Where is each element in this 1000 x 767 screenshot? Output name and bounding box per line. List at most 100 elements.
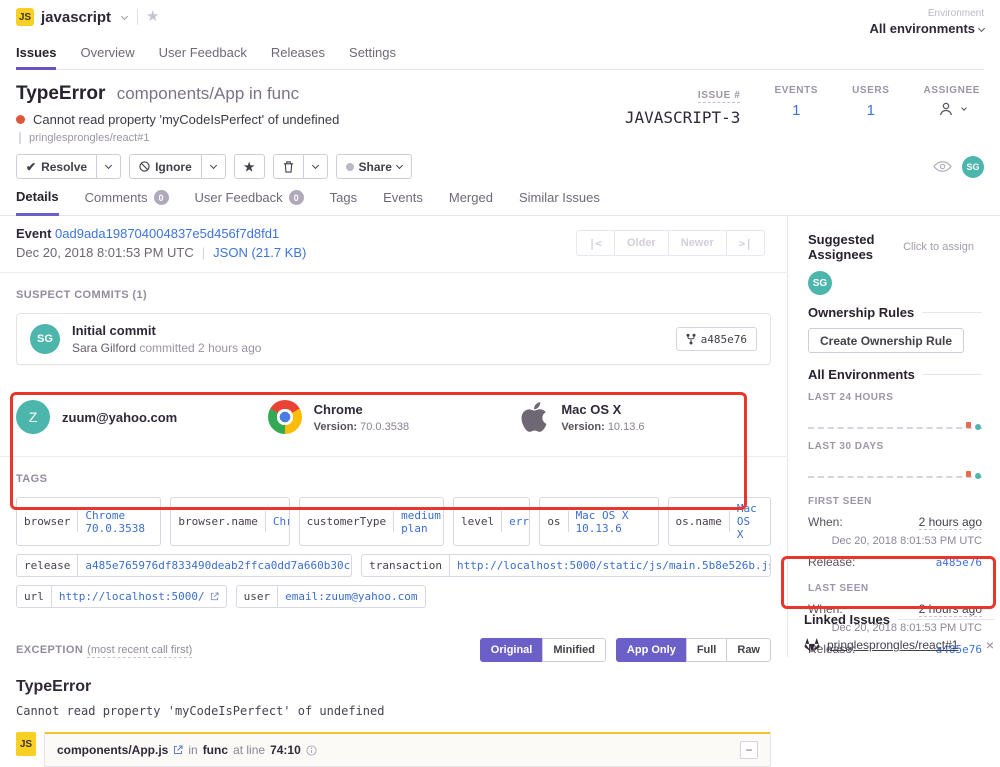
last-30-days-sparkline — [808, 456, 982, 482]
event-json-link[interactable]: JSON (21.7 KB) — [213, 245, 306, 260]
issue-message: Cannot read property 'myCodeIsPerfect' o… — [33, 112, 339, 127]
toggle-raw[interactable]: Raw — [726, 638, 771, 662]
external-link-icon[interactable] — [173, 745, 183, 755]
mute-icon — [139, 161, 150, 172]
last-30-days-label: LAST 30 DAYS — [808, 441, 982, 452]
project-selector[interactable]: JS javascript — [16, 8, 127, 26]
chrome-icon — [268, 400, 302, 434]
commit-author-avatar: SG — [30, 324, 60, 354]
delete-dropdown-button[interactable] — [303, 154, 328, 179]
ignore-button[interactable]: Ignore — [129, 154, 202, 179]
nav-settings[interactable]: Settings — [349, 45, 396, 69]
chevron-down-icon — [311, 162, 318, 169]
first-seen-release-link[interactable]: a485e76 — [936, 556, 982, 569]
tab-events[interactable]: Events — [383, 189, 423, 215]
users-count[interactable]: 1 — [852, 102, 889, 119]
sparkline-event-marker — [966, 422, 971, 428]
tag-browser-name: browser.nameChrome — [170, 497, 289, 546]
resolve-button[interactable]: ✔Resolve — [16, 154, 97, 179]
sparkline-baseline — [808, 476, 982, 478]
frame-in-label: in — [188, 743, 197, 757]
divider — [137, 9, 138, 25]
first-seen-label: FIRST SEEN — [808, 496, 982, 507]
user-avatar: Z — [16, 400, 50, 434]
tab-similar-issues[interactable]: Similar Issues — [519, 189, 600, 215]
tab-details[interactable]: Details — [16, 189, 59, 216]
exception-heading-suffix: (most recent call first) — [87, 644, 192, 658]
first-event-button[interactable]: |< — [576, 230, 615, 256]
star-button[interactable]: ★ — [234, 154, 265, 179]
info-icon — [306, 745, 317, 756]
nav-user-feedback[interactable]: User Feedback — [159, 45, 247, 69]
commit-title: Initial commit — [72, 323, 261, 338]
ignore-dropdown-button[interactable] — [201, 154, 226, 179]
environment-selector[interactable]: All environments — [870, 21, 984, 36]
last-event-button[interactable]: >| — [726, 230, 765, 256]
project-name: javascript — [41, 9, 111, 26]
tags-section: TAGS browserChrome 70.0.3538 browser.nam… — [0, 457, 787, 624]
first-seen-date: Dec 20, 2018 8:01:53 PM UTC — [808, 535, 982, 547]
event-timestamp: Dec 20, 2018 8:01:53 PM UTC — [16, 245, 194, 260]
frame-collapse-button[interactable]: − — [740, 741, 758, 759]
tag-url: urlhttp://localhost:5000/ — [16, 585, 227, 608]
issue-error-type: TypeError — [16, 83, 105, 104]
event-id-link[interactable]: 0ad9ada198704004837e5d456f7d8fd1 — [55, 226, 279, 241]
chevron-down-icon — [105, 162, 112, 169]
tab-tags[interactable]: Tags — [330, 189, 357, 215]
users-label: USERS — [852, 85, 889, 96]
git-branch-icon — [686, 333, 696, 345]
js-platform-icon: JS — [16, 732, 36, 756]
action-bar: ✔Resolve Ignore ★ Share SG — [0, 144, 1000, 181]
sentry-issue-page: JS javascript ★ Environment All environm… — [0, 0, 1000, 613]
commit-author: Sara Gilford — [72, 341, 136, 355]
create-ownership-rule-button[interactable]: Create Ownership Rule — [808, 328, 964, 353]
chevron-down-icon — [210, 162, 217, 169]
tab-comments[interactable]: Comments0 — [85, 189, 169, 215]
close-icon[interactable]: × — [986, 637, 994, 653]
os-name: Mac OS X — [561, 402, 644, 417]
bookmark-star-icon[interactable]: ★ — [146, 8, 159, 26]
person-icon — [938, 101, 954, 117]
nav-releases[interactable]: Releases — [271, 45, 325, 69]
nav-issues[interactable]: Issues — [16, 45, 56, 70]
toggle-original[interactable]: Original — [480, 638, 544, 662]
viewer-avatar[interactable]: SG — [962, 156, 984, 178]
nav-overview[interactable]: Overview — [80, 45, 134, 69]
sparkline-release-dot — [975, 473, 981, 479]
tag-release: releasea485e765976df833490deab2ffca0dd7a… — [16, 554, 352, 577]
tag-customer-type: customerTypemedium-plan — [299, 497, 444, 546]
sparkline-baseline — [808, 427, 982, 429]
frame-filename: components/App.js — [57, 743, 168, 757]
context-os: Mac OS X Version: 10.13.6 — [519, 400, 771, 434]
suggested-assignee-avatar[interactable]: SG — [808, 271, 832, 295]
tag-transaction: transactionhttp://localhost:5000/static/… — [361, 554, 771, 577]
apple-icon — [519, 400, 549, 434]
newer-event-button[interactable]: Newer — [668, 230, 727, 256]
subscribe-eye-icon[interactable] — [933, 160, 952, 173]
check-icon: ✔ — [26, 160, 36, 174]
delete-button[interactable] — [273, 154, 304, 179]
divider: | — [202, 245, 205, 260]
assignee-dropdown[interactable] — [924, 101, 980, 117]
sparkline-event-marker — [966, 471, 971, 477]
events-count[interactable]: 1 — [774, 102, 818, 119]
comments-count-badge: 0 — [154, 190, 169, 205]
commit-sha-button[interactable]: a485e76 — [676, 327, 757, 351]
commit-meta: committed 2 hours ago — [139, 341, 261, 355]
toggle-minified[interactable]: Minified — [542, 638, 606, 662]
star-icon: ★ — [244, 160, 255, 174]
issue-annotation: pringlesprongles/react#1 — [19, 132, 625, 144]
chevron-down-icon — [396, 162, 403, 169]
older-event-button[interactable]: Older — [614, 230, 669, 256]
os-version: 10.13.6 — [608, 421, 645, 433]
tab-user-feedback[interactable]: User Feedback0 — [195, 189, 304, 215]
tab-merged[interactable]: Merged — [449, 189, 493, 215]
toggle-app-only[interactable]: App Only — [616, 638, 687, 662]
linked-issue-link[interactable]: pringlesprongles/react#1 — [827, 638, 958, 652]
suggested-assignees-heading: Suggested Assignees — [808, 232, 897, 262]
stack-frame-bar[interactable]: components/App.js in func at line 74:10 … — [44, 732, 771, 767]
share-button[interactable]: Share — [336, 154, 412, 179]
error-level-dot — [16, 115, 25, 124]
toggle-full[interactable]: Full — [686, 638, 728, 662]
resolve-dropdown-button[interactable] — [96, 154, 121, 179]
